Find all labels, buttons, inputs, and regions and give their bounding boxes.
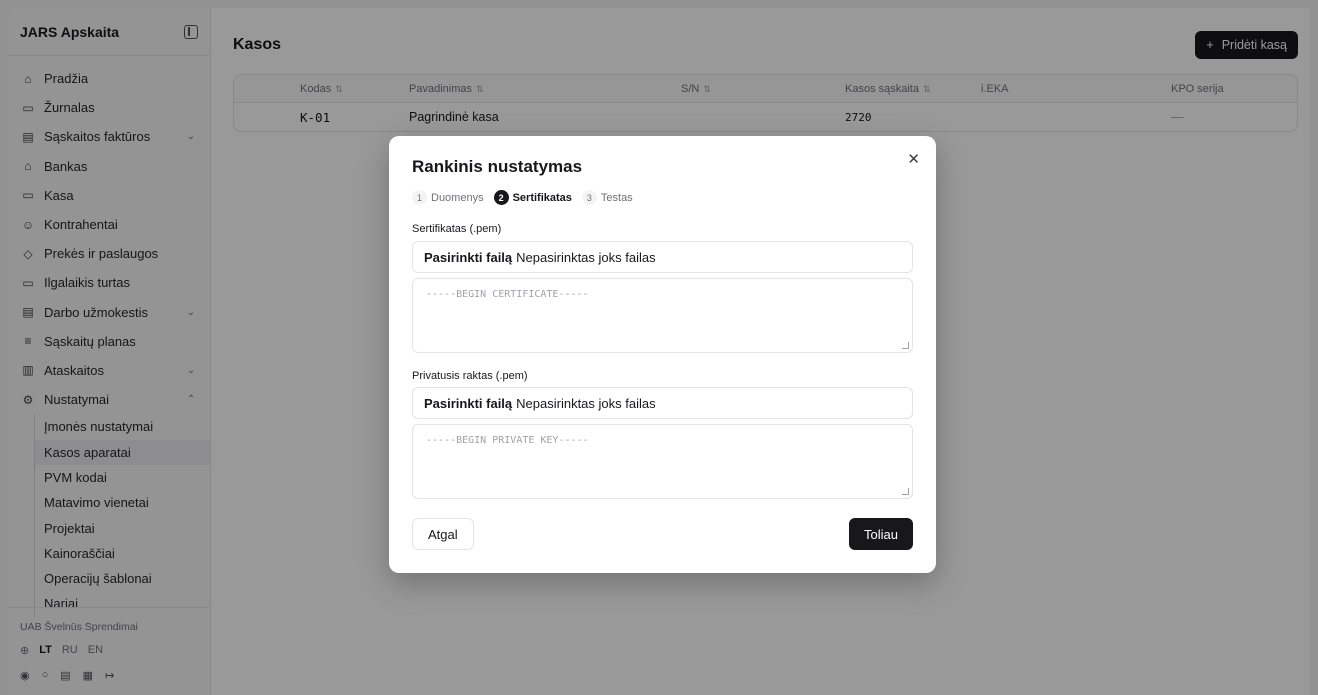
step-sertifikatas: 2 Sertifikatas bbox=[493, 190, 572, 205]
choose-file-button[interactable]: Pasirinkti failą bbox=[424, 396, 512, 411]
step-number: 2 bbox=[493, 190, 509, 205]
step-label: Duomenys bbox=[431, 191, 484, 204]
manual-setup-dialog: ✕ Rankinis nustatymas 1 Duomenys 2 Sertifi… bbox=[389, 136, 936, 573]
close-icon[interactable]: ✕ bbox=[907, 150, 920, 168]
step-duomenys: 1 Duomenys bbox=[412, 190, 484, 205]
file-status: Nepasirinktas joks failas bbox=[516, 249, 656, 265]
dialog-title: Rankinis nustatymas bbox=[412, 157, 583, 176]
choose-file-button[interactable]: Pasirinkti failą bbox=[424, 250, 512, 265]
step-label: Sertifikatas bbox=[512, 191, 572, 204]
step-testas: 3 Testas bbox=[581, 190, 633, 205]
private-key-textarea[interactable]: -----BEGIN PRIVATE KEY----- bbox=[412, 424, 913, 499]
step-label: Testas bbox=[600, 191, 633, 204]
step-number: 1 bbox=[412, 190, 427, 205]
certificate-file-input[interactable]: Pasirinkti failą Nepasirinktas joks fail… bbox=[412, 241, 913, 273]
file-status: Nepasirinktas joks failas bbox=[516, 395, 656, 411]
step-number: 3 bbox=[581, 190, 597, 205]
next-button[interactable]: Toliau bbox=[849, 518, 913, 550]
private-key-file-input[interactable]: Pasirinkti failą Nepasirinktas joks fail… bbox=[412, 387, 913, 419]
private-key-label: Privatusis raktas (.pem) bbox=[412, 370, 528, 382]
certificate-textarea[interactable]: -----BEGIN CERTIFICATE----- bbox=[412, 278, 913, 353]
stepper: 1 Duomenys 2 Sertifikatas 3 Testas bbox=[412, 190, 637, 205]
certificate-label: Sertifikatas (.pem) bbox=[412, 223, 502, 235]
back-button[interactable]: Atgal bbox=[412, 518, 474, 550]
